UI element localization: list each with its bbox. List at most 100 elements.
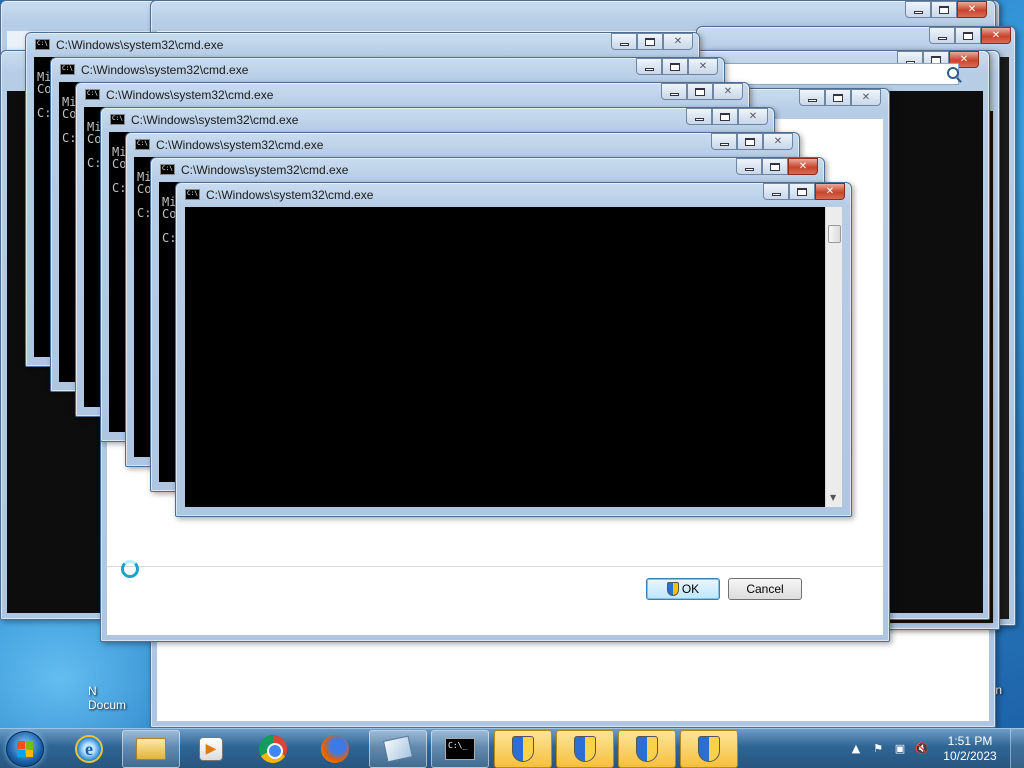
windows-logo-icon — [17, 741, 33, 757]
minimize-button[interactable] — [711, 133, 737, 150]
scrollbar-thumb[interactable] — [828, 225, 841, 243]
maximize-button[interactable] — [825, 89, 851, 106]
titlebar[interactable]: ✕ — [697, 27, 1015, 51]
minimize-button[interactable] — [799, 89, 825, 106]
taskbar-chrome[interactable] — [244, 730, 302, 768]
caption-buttons: ✕ — [686, 108, 768, 126]
minimize-button[interactable] — [736, 158, 762, 175]
show-hidden-icons-icon[interactable]: ▲ — [848, 742, 864, 756]
window-title: C:\Windows\system32\cmd.exe — [81, 63, 249, 77]
search-icon[interactable] — [947, 67, 959, 79]
uac-shield-icon — [574, 736, 596, 762]
maximize-button[interactable] — [637, 33, 663, 50]
maximize-icon — [720, 112, 730, 121]
maximize-button[interactable] — [687, 83, 713, 100]
close-button[interactable]: ✕ — [851, 89, 881, 106]
caption-buttons: ✕ — [661, 83, 743, 101]
close-button[interactable]: ✕ — [981, 27, 1011, 44]
ok-button-label: OK — [681, 582, 700, 596]
uac-shield-icon — [512, 736, 534, 762]
caption-buttons: ✕ — [905, 1, 987, 19]
minimize-icon — [937, 36, 947, 40]
caption-buttons: ✕ — [611, 33, 693, 51]
titlebar[interactable]: C:\ C:\Windows\system32\cmd.exe ✕ — [176, 183, 851, 207]
taskbar-uac-prompt-3[interactable] — [618, 730, 676, 768]
media-player-icon: ▶ — [199, 737, 223, 761]
taskbar-uac-prompt-2[interactable] — [556, 730, 614, 768]
minimize-button[interactable] — [763, 183, 789, 200]
uac-shield-icon — [698, 736, 720, 762]
titlebar[interactable]: C:\ C:\Windows\system32\cmd.exe ✕ — [51, 58, 724, 82]
maximize-icon — [645, 37, 655, 46]
cmd-icon: C:\ — [160, 164, 175, 175]
close-button[interactable]: ✕ — [788, 158, 818, 175]
minimize-button[interactable] — [661, 83, 687, 100]
internet-explorer-icon: e — [75, 735, 103, 763]
window-title: C:\Windows\system32\cmd.exe — [156, 138, 324, 152]
taskbar-media-player[interactable]: ▶ — [182, 730, 240, 768]
minimize-button[interactable] — [905, 1, 931, 18]
vertical-scrollbar[interactable]: ▼ — [825, 207, 842, 507]
close-button[interactable]: ✕ — [663, 33, 693, 50]
taskbar-sticky-notes[interactable] — [369, 730, 427, 768]
desktop-documents-label[interactable]: N Docum — [88, 684, 128, 712]
maximize-button[interactable] — [662, 58, 688, 75]
titlebar[interactable]: C:\ C:\Windows\system32\cmd.exe ✕ — [101, 108, 774, 132]
taskbar: e ▶ C:\_ ▲ ⚑ ▣ 🔇 1:51 PM 10/2/2023 — [0, 728, 1024, 768]
maximize-button[interactable] — [762, 158, 788, 175]
minimize-button[interactable] — [611, 33, 637, 50]
system-clock[interactable]: 1:51 PM 10/2/2023 — [940, 734, 1000, 764]
close-button[interactable]: ✕ — [713, 83, 743, 100]
taskbar-firefox[interactable] — [306, 730, 364, 768]
network-icon[interactable]: ▣ — [892, 742, 908, 756]
cmd-icon: C:\ — [185, 189, 200, 200]
caption-buttons: ✕ — [736, 158, 818, 176]
minimize-button[interactable] — [686, 108, 712, 125]
show-desktop-button[interactable] — [1010, 729, 1024, 768]
taskbar-uac-prompt-1[interactable] — [494, 730, 552, 768]
volume-muted-icon[interactable]: 🔇 — [914, 742, 930, 756]
action-center-icon[interactable]: ⚑ — [870, 742, 886, 756]
cmd-window-active[interactable]: C:\ C:\Windows\system32\cmd.exe ✕ ▼ — [175, 182, 852, 517]
notes-icon — [382, 735, 414, 763]
maximize-button[interactable] — [712, 108, 738, 125]
titlebar[interactable]: C:\ C:\Windows\system32\cmd.exe ✕ — [151, 158, 824, 182]
taskbar-windows-explorer[interactable] — [122, 730, 180, 768]
minimize-icon — [771, 192, 781, 196]
cmd-icon: C:\ — [60, 64, 75, 75]
caption-buttons: ✕ — [799, 89, 881, 107]
maximize-button[interactable] — [789, 183, 815, 200]
taskbar-uac-prompt-4[interactable] — [680, 730, 738, 768]
close-button[interactable]: ✕ — [738, 108, 768, 125]
close-button[interactable]: ✕ — [957, 1, 987, 18]
caption-buttons: ✕ — [763, 183, 845, 201]
taskbar-internet-explorer[interactable]: e — [60, 730, 118, 768]
maximize-button[interactable] — [955, 27, 981, 44]
titlebar[interactable]: C:\ C:\Windows\system32\cmd.exe ✕ — [76, 83, 749, 107]
maximize-icon — [770, 162, 780, 171]
taskbar-command-prompt[interactable]: C:\_ — [431, 730, 489, 768]
cancel-button[interactable]: Cancel — [728, 578, 802, 600]
maximize-button[interactable] — [931, 1, 957, 18]
cancel-button-label: Cancel — [746, 582, 784, 596]
titlebar[interactable]: C:\ C:\Windows\system32\cmd.exe ✕ — [26, 33, 699, 57]
caption-buttons: ✕ — [711, 133, 793, 151]
scroll-down-arrow-icon[interactable]: ▼ — [830, 493, 836, 502]
titlebar[interactable]: ✕ — [151, 1, 995, 25]
ok-button[interactable]: OK — [646, 578, 720, 600]
start-button[interactable] — [6, 731, 44, 767]
close-button[interactable]: ✕ — [688, 58, 718, 75]
minimize-icon — [669, 92, 679, 96]
titlebar[interactable]: C:\ C:\Windows\system32\cmd.exe ✕ — [126, 133, 799, 157]
maximize-button[interactable] — [737, 133, 763, 150]
maximize-icon — [695, 87, 705, 96]
close-button[interactable]: ✕ — [815, 183, 845, 200]
clock-date: 10/2/2023 — [943, 749, 997, 763]
uac-shield-icon — [666, 582, 679, 596]
minimize-button[interactable] — [929, 27, 955, 44]
console-output[interactable] — [185, 207, 825, 507]
close-button[interactable]: ✕ — [763, 133, 793, 150]
window-title: C:\Windows\system32\cmd.exe — [181, 163, 349, 177]
minimize-icon — [913, 10, 923, 14]
minimize-button[interactable] — [636, 58, 662, 75]
